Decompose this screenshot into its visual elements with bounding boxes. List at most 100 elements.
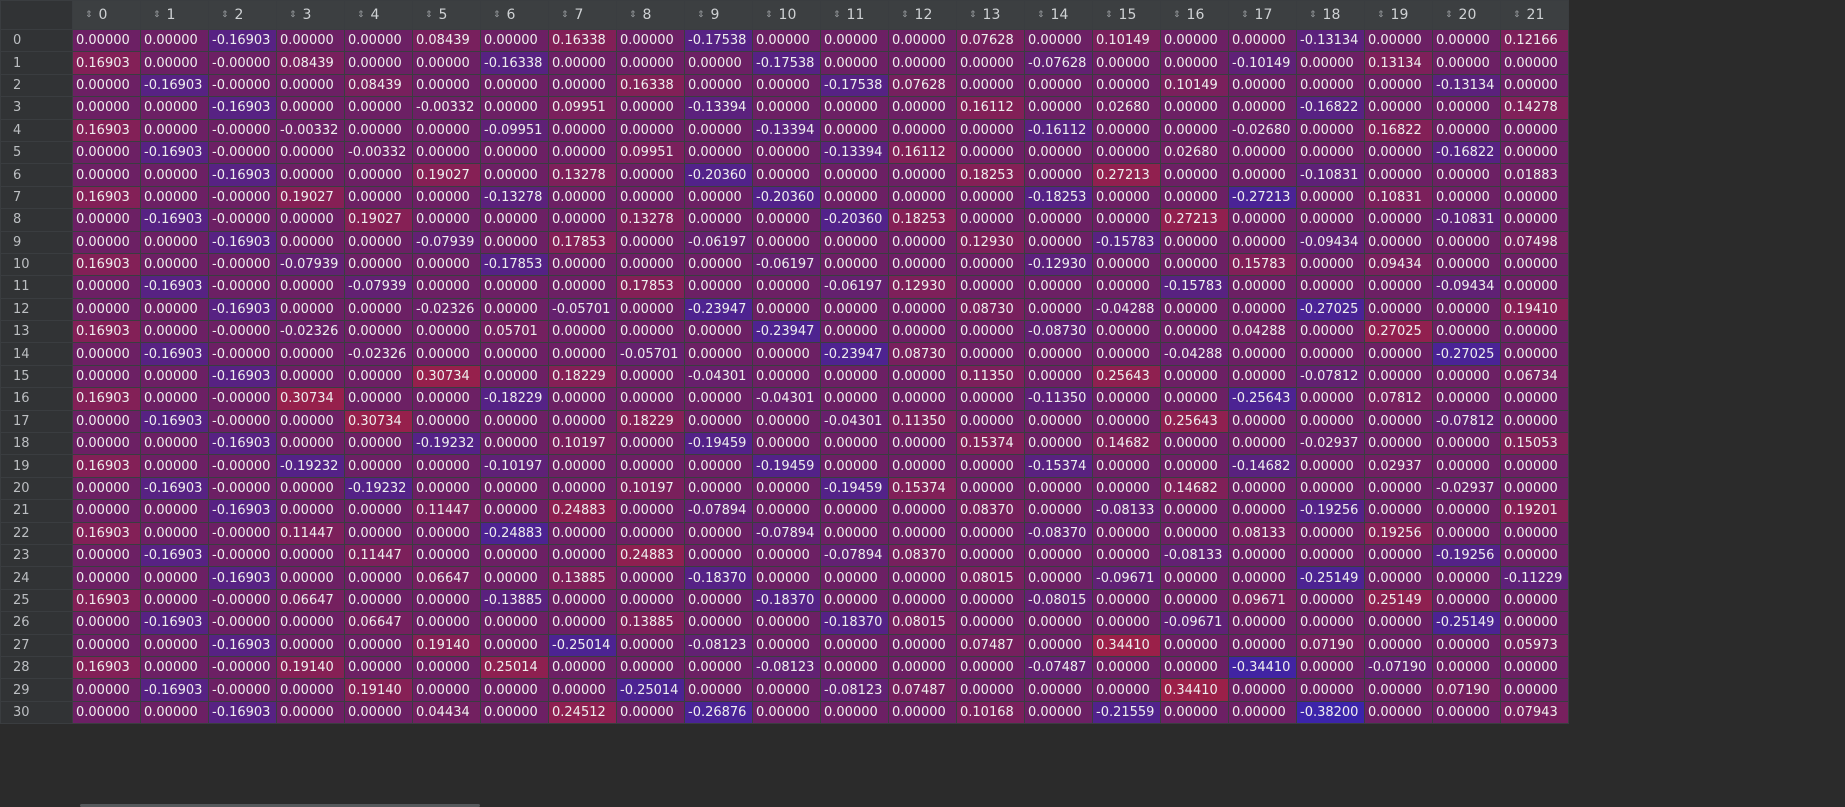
table-cell[interactable]: 0.17853 [616, 275, 685, 299]
table-cell[interactable]: 0.00000 [276, 611, 345, 635]
table-cell[interactable]: 0.00000 [548, 611, 617, 635]
table-cell[interactable]: 0.00000 [956, 387, 1025, 411]
sort-updown-icon[interactable]: ⇕ [493, 10, 501, 20]
table-cell[interactable]: 0.06734 [1500, 364, 1569, 389]
table-cell[interactable]: 0.24883 [548, 499, 617, 523]
table-cell[interactable]: 0.00000 [480, 364, 549, 389]
table-cell[interactable]: 0.19201 [1500, 499, 1569, 523]
table-cell[interactable]: 0.00000 [1500, 275, 1569, 299]
table-cell[interactable]: 0.14682 [1092, 432, 1161, 456]
table-cell[interactable]: 0.00000 [1296, 118, 1365, 142]
table-cell[interactable]: 0.00000 [956, 543, 1025, 568]
table-cell[interactable]: 0.00000 [480, 700, 549, 725]
table-cell[interactable]: -0.20360 [820, 208, 889, 232]
table-cell[interactable]: 0.00000 [548, 342, 617, 366]
table-cell[interactable]: 0.00000 [412, 342, 481, 366]
table-cell[interactable]: 0.00000 [888, 566, 957, 590]
table-cell[interactable]: 0.00000 [752, 275, 821, 299]
table-cell[interactable]: -0.16903 [140, 409, 209, 434]
sort-updown-icon[interactable]: ⇕ [833, 10, 841, 20]
table-cell[interactable]: 0.06647 [344, 611, 413, 635]
table-cell[interactable]: -0.16112 [1024, 118, 1093, 142]
table-cell[interactable]: 0.00000 [1024, 499, 1093, 523]
table-cell[interactable]: 0.00000 [1432, 28, 1501, 53]
column-header-14[interactable]: ⇕ 14 [1024, 0, 1093, 30]
table-cell[interactable]: 0.00000 [1092, 275, 1161, 299]
table-cell[interactable]: 0.00000 [1228, 163, 1297, 187]
table-cell[interactable]: 0.00000 [820, 700, 889, 725]
table-cell[interactable]: 0.00000 [480, 678, 549, 702]
table-cell[interactable]: 0.00000 [752, 230, 821, 254]
table-cell[interactable]: -0.07487 [1024, 655, 1093, 680]
table-cell[interactable]: 0.05701 [480, 320, 549, 344]
table-cell[interactable]: 0.00000 [888, 700, 957, 725]
table-cell[interactable]: 0.00000 [1500, 611, 1569, 635]
table-cell[interactable]: 0.07628 [888, 73, 957, 98]
table-cell[interactable]: -0.16903 [208, 364, 277, 389]
table-cell[interactable]: 0.00000 [72, 633, 141, 657]
table-cell[interactable]: 0.00000 [752, 208, 821, 232]
table-cell[interactable]: 0.00000 [1364, 342, 1433, 366]
table-cell[interactable]: 0.00000 [1364, 73, 1433, 98]
table-cell[interactable]: 0.00000 [616, 185, 685, 210]
table-cell[interactable]: 0.00000 [1228, 566, 1297, 590]
column-header-11[interactable]: ⇕ 11 [820, 0, 889, 30]
table-cell[interactable]: 0.00000 [344, 364, 413, 389]
table-cell[interactable]: 0.00000 [1432, 185, 1501, 210]
table-cell[interactable]: 0.00000 [140, 655, 209, 680]
column-header-15[interactable]: ⇕ 15 [1092, 0, 1161, 30]
table-cell[interactable]: 0.02680 [1160, 140, 1229, 165]
table-cell[interactable]: 0.00000 [480, 140, 549, 165]
table-cell[interactable]: 0.00000 [1500, 140, 1569, 165]
table-cell[interactable]: 0.00000 [888, 432, 957, 456]
table-cell[interactable]: -0.07812 [1296, 364, 1365, 389]
table-cell[interactable]: 0.00000 [684, 521, 753, 545]
table-cell[interactable]: 0.00000 [1432, 252, 1501, 277]
table-cell[interactable]: 0.00000 [140, 96, 209, 120]
table-cell[interactable]: 0.00000 [1432, 633, 1501, 657]
table-cell[interactable]: 0.00000 [1024, 543, 1093, 568]
table-cell[interactable]: 0.00000 [1432, 230, 1501, 254]
table-cell[interactable]: 0.00000 [1160, 700, 1229, 725]
table-cell[interactable]: 0.00000 [72, 230, 141, 254]
table-cell[interactable]: 0.00000 [1296, 611, 1365, 635]
table-cell[interactable]: 0.00000 [548, 454, 617, 478]
table-cell[interactable]: 0.11447 [412, 499, 481, 523]
table-cell[interactable]: -0.08123 [684, 633, 753, 657]
table-cell[interactable]: 0.00000 [1092, 521, 1161, 545]
table-cell[interactable]: 0.00000 [752, 678, 821, 702]
table-cell[interactable]: -0.11350 [1024, 387, 1093, 411]
table-cell[interactable]: -0.16903 [140, 208, 209, 232]
table-cell[interactable]: 0.00000 [820, 51, 889, 75]
table-cell[interactable]: 0.00000 [888, 364, 957, 389]
column-header-9[interactable]: ⇕ 9 [684, 0, 753, 30]
table-cell[interactable]: 0.00000 [1432, 521, 1501, 545]
table-cell[interactable]: 0.13134 [1364, 51, 1433, 75]
table-cell[interactable]: 0.07943 [1500, 700, 1569, 725]
table-cell[interactable]: 0.00000 [344, 566, 413, 590]
table-cell[interactable]: 0.00000 [140, 163, 209, 187]
table-cell[interactable]: 0.00000 [616, 320, 685, 344]
table-cell[interactable]: 0.00000 [1160, 185, 1229, 210]
table-cell[interactable]: 0.00000 [956, 655, 1025, 680]
table-cell[interactable]: 0.00000 [548, 588, 617, 613]
table-cell[interactable]: 0.16903 [72, 252, 141, 277]
table-cell[interactable]: 0.00000 [1228, 611, 1297, 635]
table-cell[interactable]: 0.00000 [820, 185, 889, 210]
table-cell[interactable]: 0.11447 [344, 543, 413, 568]
table-cell[interactable]: 0.00000 [752, 28, 821, 53]
table-cell[interactable]: -0.17853 [480, 252, 549, 277]
table-cell[interactable]: 0.00000 [956, 454, 1025, 478]
table-cell[interactable]: -0.13278 [480, 185, 549, 210]
table-cell[interactable]: 0.00000 [1092, 476, 1161, 501]
table-cell[interactable]: 0.00000 [412, 51, 481, 75]
table-cell[interactable]: 0.00000 [1160, 588, 1229, 613]
table-cell[interactable]: 0.00000 [480, 409, 549, 434]
table-cell[interactable]: 0.00000 [752, 543, 821, 568]
table-cell[interactable]: 0.13885 [548, 566, 617, 590]
table-cell[interactable]: 0.00000 [1296, 387, 1365, 411]
table-cell[interactable]: -0.04288 [1160, 342, 1229, 366]
table-cell[interactable]: 0.00000 [1296, 320, 1365, 344]
table-cell[interactable]: -0.19232 [276, 454, 345, 478]
table-cell[interactable]: 0.00000 [1024, 633, 1093, 657]
